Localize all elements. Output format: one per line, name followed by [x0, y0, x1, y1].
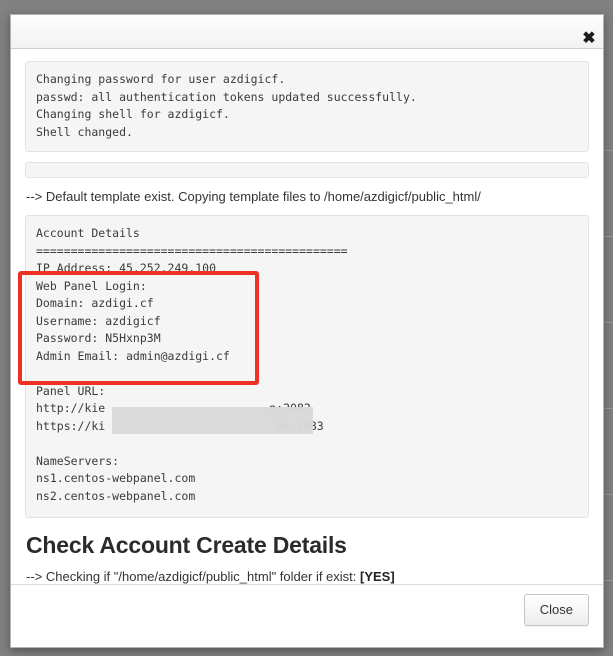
- spacer: [36, 365, 578, 383]
- page-title: Check Account Create Details: [26, 532, 589, 559]
- empty-output-block: [25, 162, 589, 178]
- panel-url-https-prefix: https://ki: [36, 419, 105, 433]
- background-page-rule: [604, 580, 613, 581]
- folder-check-line: --> Checking if "/home/azdigicf/public_h…: [26, 568, 589, 584]
- nameserver-1: ns1.centos-webpanel.com: [36, 470, 578, 488]
- modal-body: Changing password for user azdigicf. pas…: [11, 49, 603, 584]
- modal-header: ✖: [11, 15, 603, 49]
- background-page-rule: [604, 236, 613, 237]
- nameservers-heading: NameServers:: [36, 453, 578, 471]
- account-password: Password: N5Hxnp3M: [36, 330, 578, 348]
- account-web-panel-login: Web Panel Login:: [36, 278, 578, 296]
- modal-footer: Close: [11, 584, 603, 647]
- account-username: Username: azdigicf: [36, 313, 578, 331]
- close-button[interactable]: Close: [524, 594, 589, 626]
- panel-url-heading: Panel URL:: [36, 383, 578, 401]
- account-details-heading: Account Details: [36, 225, 578, 243]
- close-icon[interactable]: ✖: [581, 31, 597, 47]
- account-admin-email: Admin Email: admin@azdigi.cf: [36, 348, 578, 366]
- background-page-rule: [604, 494, 613, 495]
- background-page-rule: [604, 322, 613, 323]
- panel-url-http-prefix: http://kie: [36, 401, 105, 415]
- template-copy-note: --> Default template exist. Copying temp…: [26, 188, 589, 206]
- background-page-rule: [604, 150, 613, 151]
- folder-check-result: [YES]: [360, 569, 395, 584]
- spacer: [36, 435, 578, 453]
- nameserver-2: ns2.centos-webpanel.com: [36, 488, 578, 506]
- redaction-overlay: [112, 407, 313, 434]
- folder-check-text: --> Checking if "/home/azdigicf/public_h…: [26, 569, 360, 584]
- account-ip-address: IP Address: 45.252.249.100: [36, 260, 578, 278]
- account-domain: Domain: azdigi.cf: [36, 295, 578, 313]
- account-details-block: Account Details=========================…: [25, 215, 589, 518]
- background-page-rule: [604, 408, 613, 409]
- account-details-modal: ✖ Changing password for user azdigicf. p…: [10, 14, 604, 648]
- shell-output-block: Changing password for user azdigicf. pas…: [25, 61, 589, 152]
- account-details-divider: ========================================…: [36, 243, 578, 261]
